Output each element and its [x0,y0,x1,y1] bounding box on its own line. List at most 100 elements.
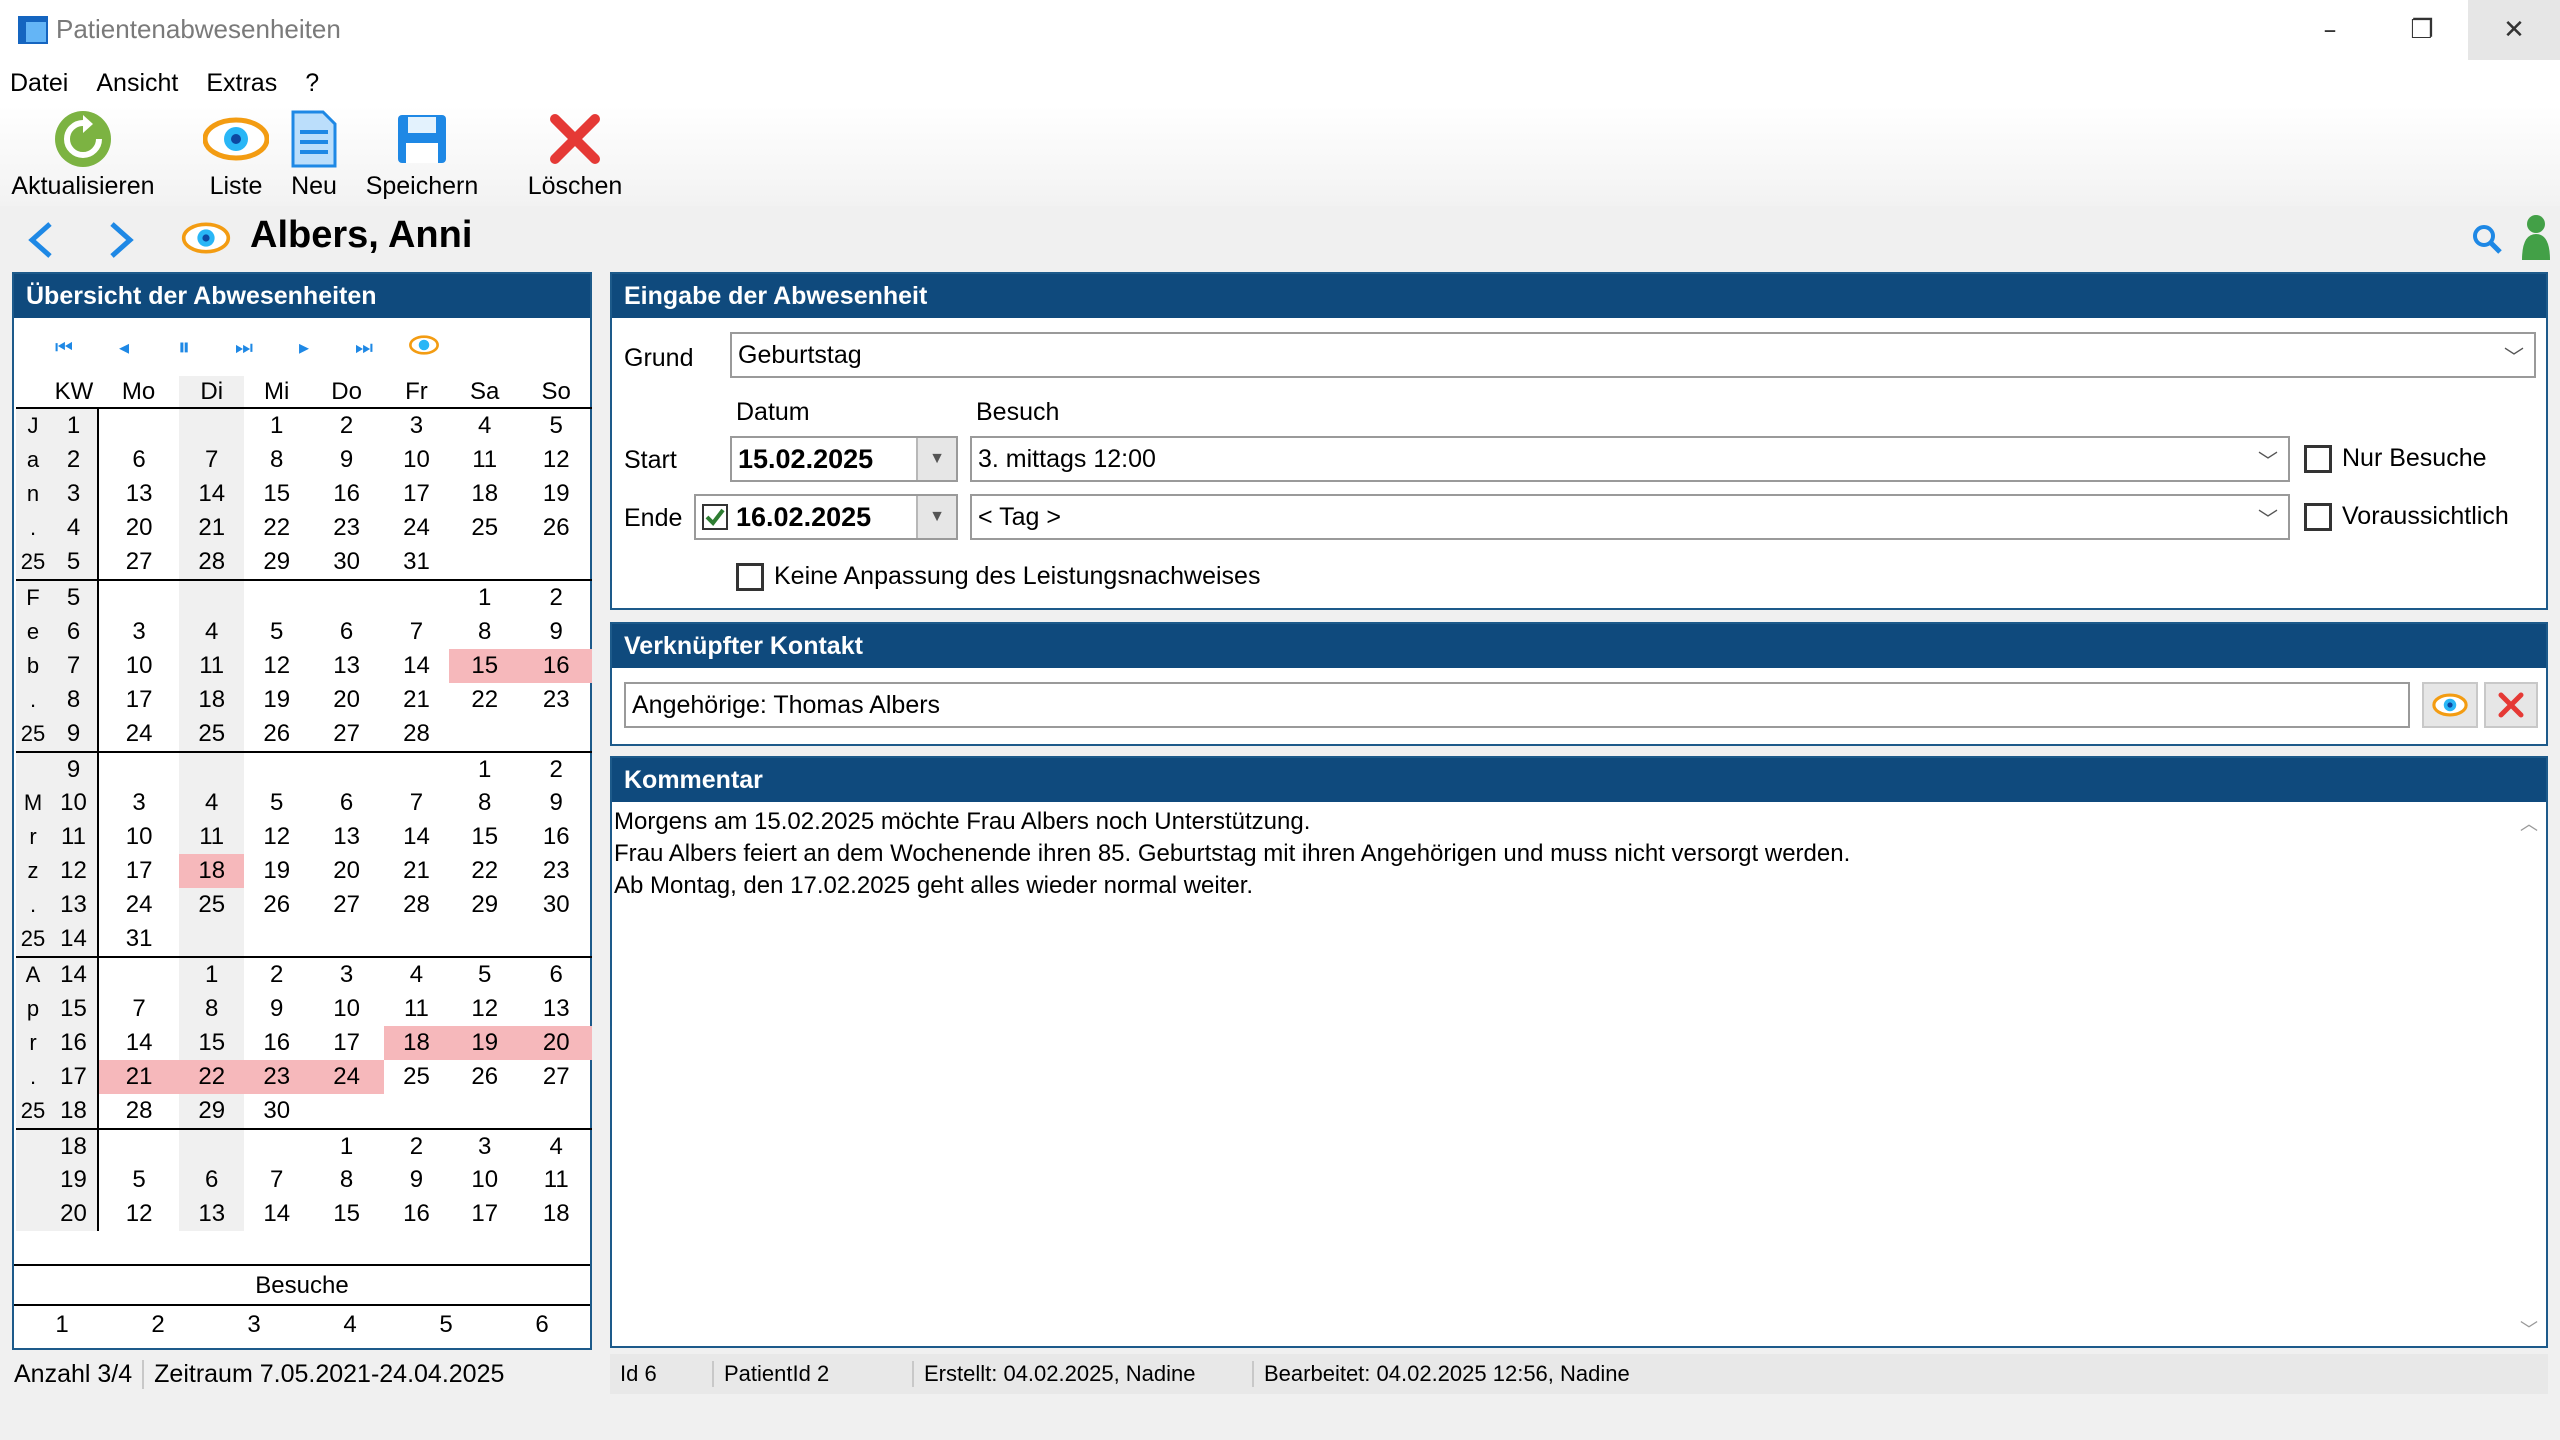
visit-3[interactable]: 3 [206,1311,302,1339]
start-date-dropdown-icon[interactable]: ▼ [916,438,956,480]
calendar-day[interactable]: 4 [449,408,520,443]
calendar-day[interactable]: 2 [383,1128,449,1163]
calendar-day[interactable]: 24 [98,717,179,752]
patient-eye-icon[interactable] [180,220,232,256]
calendar-day[interactable]: 15 [449,820,520,854]
calendar-day[interactable]: 8 [244,443,309,477]
calendar-day[interactable]: 15 [448,649,521,683]
calendar-day[interactable]: 3 [448,1128,521,1163]
week-number[interactable]: 9 [50,717,99,752]
calendar-day[interactable]: 12 [520,443,592,477]
delete-button[interactable]: Löschen [522,106,628,206]
calendar-day[interactable]: 4 [520,1128,592,1163]
calendar-day[interactable]: 8 [449,786,520,820]
calendar-day[interactable]: 28 [384,717,449,752]
end-date-dropdown-icon[interactable]: ▼ [916,496,956,538]
calendar-day[interactable]: 18 [383,1026,449,1060]
calendar-day[interactable]: 3 [384,408,449,443]
calendar-day[interactable]: 25 [384,1060,449,1094]
calendar-day[interactable]: 11 [384,992,449,1026]
calendar-day[interactable]: 3 [98,615,179,649]
calendar-day[interactable]: 13 [98,477,179,511]
calendar-day[interactable]: 25 [449,511,520,545]
calendar-day[interactable]: 6 [520,956,592,992]
calendar-day[interactable]: 13 [309,820,384,854]
calendar-day[interactable]: 11 [179,820,245,854]
week-number[interactable]: 12 [50,854,99,888]
end-date-picker[interactable]: 16.02.2025 ▼ [694,494,958,540]
calendar-day[interactable]: 4 [179,615,245,649]
week-number[interactable]: 2 [50,443,99,477]
calendar-day[interactable]: 17 [98,854,179,888]
calendar-day[interactable]: 16 [309,477,384,511]
calendar-day[interactable]: 6 [309,786,384,820]
calendar-day[interactable]: 13 [179,1197,245,1231]
calendar-day[interactable]: 28 [384,888,449,922]
pause-icon[interactable]: ⏸ [154,333,214,361]
calendar-day[interactable]: 5 [520,408,592,443]
week-number[interactable]: 5 [50,545,99,580]
week-number[interactable]: 15 [50,992,99,1026]
calendar-day[interactable]: 29 [244,545,309,580]
restore-button[interactable]: ❐ [2376,0,2468,60]
calendar-day[interactable]: 22 [244,511,309,545]
expected-option[interactable]: Voraussichtlich [2304,502,2509,531]
calendar-day[interactable]: 17 [98,683,179,717]
calendar-day[interactable]: 17 [384,477,449,511]
calendar-day[interactable]: 21 [179,511,245,545]
calendar-day[interactable]: 12 [244,649,309,683]
calendar-day[interactable]: 2 [520,751,592,786]
calendar-day[interactable]: 14 [98,1026,179,1060]
calendar-day[interactable]: 19 [520,477,592,511]
visit-2[interactable]: 2 [110,1311,206,1339]
calendar-day[interactable]: 10 [98,649,179,683]
only-visits-option[interactable]: Nur Besuche [2304,444,2487,473]
calendar-day[interactable]: 5 [244,615,309,649]
calendar-day[interactable]: 12 [244,820,309,854]
calendar-day[interactable]: 19 [244,854,309,888]
calendar-day[interactable]: 6 [309,615,384,649]
scroll-down-icon[interactable]: ﹀ [2520,1316,2538,1342]
calendar-day[interactable]: 22 [179,1060,245,1094]
calendar-day[interactable]: 26 [244,717,309,752]
calendar-day[interactable]: 25 [179,888,245,922]
calendar-day[interactable]: 11 [520,1163,592,1197]
calendar-day[interactable]: 29 [449,888,520,922]
calendar-day[interactable]: 15 [244,477,309,511]
calendar-day[interactable]: 9 [309,443,384,477]
week-number[interactable]: 7 [50,649,99,683]
calendar-day[interactable]: 16 [520,649,592,683]
calendar-day[interactable]: 19 [244,683,309,717]
only-visits-checkbox[interactable] [2304,444,2332,473]
last-icon[interactable]: ⏭ [334,335,394,359]
save-button[interactable]: Speichern [360,106,484,206]
calendar-day[interactable]: 21 [384,683,449,717]
expected-checkbox[interactable] [2304,502,2332,531]
calendar-day[interactable]: 6 [98,443,179,477]
calendar-day[interactable]: 18 [520,1197,592,1231]
calendar-day[interactable]: 15 [179,1026,245,1060]
calendar-day[interactable]: 7 [179,443,245,477]
calendar-day[interactable]: 9 [244,992,309,1026]
calendar-day[interactable]: 30 [520,888,592,922]
menu-extras[interactable]: Extras [206,69,277,98]
visit-1[interactable]: 1 [14,1311,110,1339]
calendar-day[interactable]: 9 [520,786,592,820]
calendar-day[interactable]: 8 [309,1163,384,1197]
calendar-day[interactable]: 31 [384,545,449,580]
calendar-day[interactable]: 2 [520,579,592,615]
previous-icon[interactable]: ◂ [94,335,154,359]
menu-help[interactable]: ? [305,69,319,98]
calendar-day[interactable]: 7 [384,786,449,820]
calendar-day[interactable]: 10 [309,992,384,1026]
calendar-day[interactable]: 30 [309,545,384,580]
end-date-enabled-checkbox[interactable] [702,504,728,530]
calendar-day[interactable]: 31 [98,922,179,957]
calendar-day[interactable]: 18 [179,854,245,888]
week-number[interactable]: 10 [50,786,99,820]
next-page-icon[interactable]: ⏭ [214,335,274,359]
calendar-day[interactable]: 4 [179,786,245,820]
view-contact-button[interactable] [2422,682,2478,728]
comment-textarea[interactable]: Morgens am 15.02.2025 möchte Frau Albers… [612,802,2546,1342]
calendar-day[interactable]: 16 [520,820,592,854]
